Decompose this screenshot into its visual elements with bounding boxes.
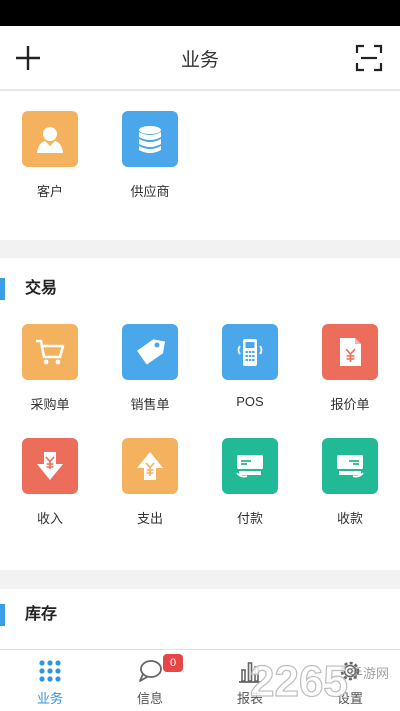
stock-section: 库存 (0, 589, 400, 649)
income-label: 收入 (36, 511, 63, 526)
pos-terminal-icon (222, 324, 278, 380)
receipt-card-icon (322, 438, 378, 494)
stock-section-title: 库存 (0, 604, 57, 626)
tab-business-label: 业务 (36, 691, 63, 706)
unread-badge: 0 (163, 654, 183, 672)
top-bar: 业务 (0, 26, 400, 90)
tab-reports-label: 报表 (236, 691, 263, 706)
supplier-tile[interactable]: 供应商 (100, 111, 200, 200)
database-icon (122, 111, 178, 167)
tab-business[interactable]: 业务 (0, 650, 100, 711)
trade-section: 交易 采购单 销售单 POS 报价单 收入 支出 付款 收款 (0, 258, 400, 570)
price-tag-icon (122, 324, 178, 380)
sales-order-label: 销售单 (130, 397, 170, 412)
bottom-tab-bar: 业务 信息 0 报表 设置 (0, 649, 400, 711)
tab-settings[interactable]: 设置 (300, 650, 400, 711)
tab-messages-label: 信息 (136, 691, 163, 706)
quote-document-icon (322, 324, 378, 380)
gear-icon (340, 661, 360, 681)
expense-arrow-icon (122, 438, 178, 494)
customer-label: 客户 (36, 184, 63, 199)
pos-tile[interactable]: POS (200, 324, 300, 409)
purchase-order-label: 采购单 (30, 397, 70, 412)
chat-bubble-icon (139, 660, 162, 682)
payment-label: 付款 (236, 511, 263, 526)
supplier-label: 供应商 (130, 184, 170, 199)
pos-label: POS (236, 394, 264, 409)
bar-chart-icon (239, 662, 262, 683)
tab-messages[interactable]: 信息 (100, 650, 200, 711)
payment-tile[interactable]: 付款 (200, 438, 300, 527)
purchase-order-tile[interactable]: 采购单 (0, 324, 100, 413)
tab-reports[interactable]: 报表 (200, 650, 300, 711)
sales-order-tile[interactable]: 销售单 (100, 324, 200, 413)
page-title: 业务 (180, 50, 219, 71)
person-icon (22, 111, 78, 167)
tab-settings-label: 设置 (336, 691, 363, 706)
grid-dots-icon (39, 660, 61, 682)
expense-label: 支出 (136, 511, 163, 526)
customer-tile[interactable]: 客户 (0, 111, 100, 200)
expense-tile[interactable]: 支出 (100, 438, 200, 527)
partners-section: 客户 供应商 (0, 91, 400, 240)
receipt-tile[interactable]: 收款 (300, 438, 400, 527)
payment-card-icon (222, 438, 278, 494)
cart-icon (22, 324, 78, 380)
status-bar (0, 0, 400, 26)
income-tile[interactable]: 收入 (0, 438, 100, 527)
quotation-label: 报价单 (330, 397, 370, 412)
income-arrow-icon (22, 438, 78, 494)
quotation-tile[interactable]: 报价单 (300, 324, 400, 413)
scan-icon[interactable] (355, 44, 383, 72)
trade-section-title: 交易 (0, 278, 57, 300)
receipt-label: 收款 (336, 511, 363, 526)
